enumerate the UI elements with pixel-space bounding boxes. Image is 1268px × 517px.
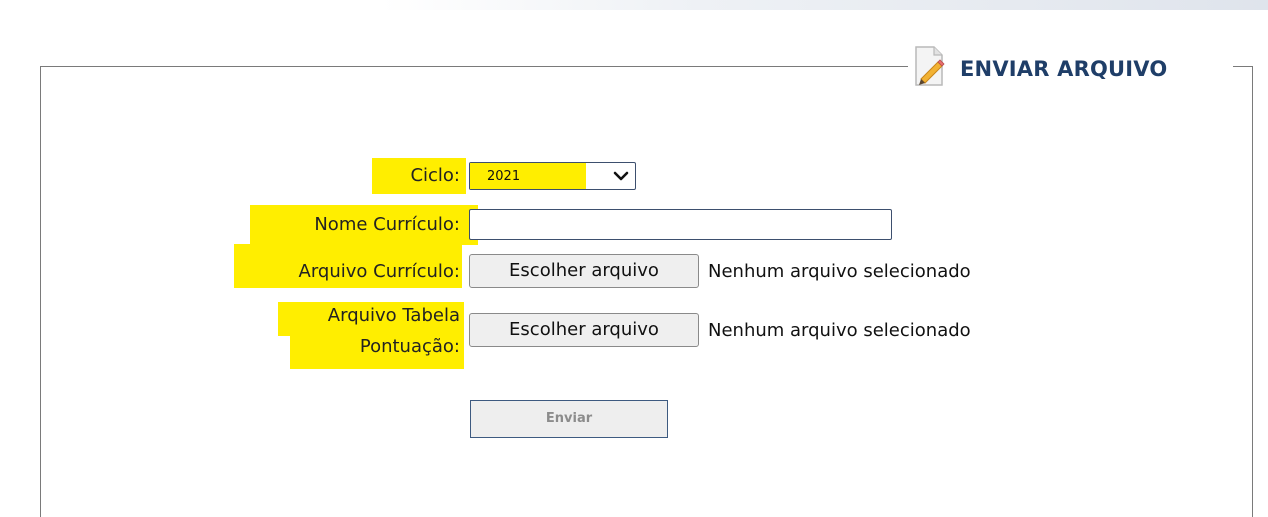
- frame-border-top-left: [40, 66, 908, 67]
- ciclo-label: Ciclo:: [410, 165, 460, 186]
- nome-curriculo-label: Nome Currículo:: [314, 214, 460, 235]
- frame-border-left: [40, 66, 41, 517]
- page: ENVIAR ARQUIVO Ciclo: 2021 Nome Currícul…: [0, 0, 1268, 517]
- arquivo-tabela-label-line1: Arquivo Tabela: [327, 305, 460, 326]
- enviar-button[interactable]: Enviar: [470, 400, 668, 438]
- arquivo-tabela-status: Nenhum arquivo selecionado: [708, 320, 971, 341]
- chevron-down-icon: [612, 167, 630, 185]
- frame-border-top-right: [1233, 66, 1253, 67]
- arquivo-tabela-file-button[interactable]: Escolher arquivo: [469, 313, 699, 347]
- arquivo-curriculo-label: Arquivo Currículo:: [298, 261, 460, 282]
- ciclo-select-value: 2021: [487, 169, 521, 184]
- edit-document-icon: [912, 43, 948, 89]
- arquivo-curriculo-status: Nenhum arquivo selecionado: [708, 261, 971, 282]
- frame-border-right: [1252, 66, 1253, 517]
- nome-curriculo-input[interactable]: [469, 209, 892, 240]
- top-banner: [0, 0, 1268, 10]
- section-legend: ENVIAR ARQUIVO: [912, 36, 1167, 96]
- section-title: ENVIAR ARQUIVO: [960, 57, 1168, 81]
- arquivo-curriculo-file-button[interactable]: Escolher arquivo: [469, 254, 699, 288]
- arquivo-tabela-label-line2: Pontuação:: [359, 336, 460, 357]
